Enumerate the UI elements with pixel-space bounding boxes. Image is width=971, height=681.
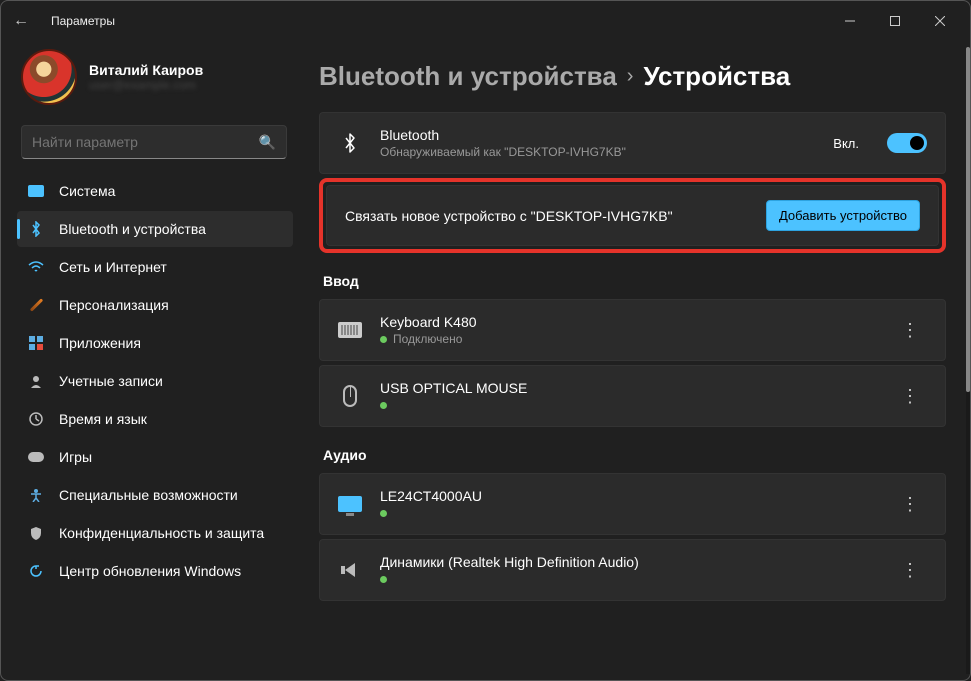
privacy-icon [27, 524, 45, 542]
breadcrumb: Bluetooth и устройства › Устройства [319, 61, 946, 92]
system-icon [27, 182, 45, 200]
mouse-icon [338, 385, 362, 407]
device-name: Динамики (Realtek High Definition Audio) [380, 554, 877, 570]
sidebar-item-label: Центр обновления Windows [59, 563, 241, 579]
device-card[interactable]: Keyboard K480 Подключено ⋮ [319, 299, 946, 361]
maximize-button[interactable] [872, 6, 917, 36]
sidebar-item-personalize[interactable]: Персонализация [17, 287, 293, 323]
search-input[interactable] [32, 134, 259, 150]
sidebar-item-games[interactable]: Игры [17, 439, 293, 475]
sidebar-item-label: Персонализация [59, 297, 169, 313]
bluetooth-card: Bluetooth Обнаруживаемый как "DESKTOP-IV… [319, 112, 946, 174]
sidebar-item-label: Специальные возможности [59, 487, 238, 503]
back-button[interactable]: ← [9, 12, 33, 30]
chevron-right-icon: › [627, 65, 634, 88]
page-title: Устройства [643, 61, 790, 92]
monitor-icon [338, 496, 362, 512]
sidebar-item-network[interactable]: Сеть и Интернет [17, 249, 293, 285]
bluetooth-icon [27, 220, 45, 238]
device-name: USB OPTICAL MOUSE [380, 380, 877, 396]
more-button[interactable]: ⋮ [895, 490, 927, 519]
search-box[interactable]: 🔍 [21, 125, 287, 159]
device-status [380, 398, 877, 412]
sidebar: Виталий Каиров user@example.com 🔍 Систем… [1, 41, 301, 680]
minimize-button[interactable] [827, 6, 872, 36]
sidebar-item-accounts[interactable]: Учетные записи [17, 363, 293, 399]
sidebar-item-update[interactable]: Центр обновления Windows [17, 553, 293, 589]
device-name: LE24CT4000AU [380, 488, 877, 504]
pair-highlight: Связать новое устройство с "DESKTOP-IVHG… [319, 178, 946, 253]
pair-card: Связать новое устройство с "DESKTOP-IVHG… [326, 185, 939, 246]
main: Bluetooth и устройства › Устройства Blue… [301, 41, 970, 680]
network-icon [27, 258, 45, 276]
personalize-icon [27, 296, 45, 314]
bluetooth-icon [338, 132, 362, 154]
sidebar-item-label: Bluetooth и устройства [59, 221, 206, 237]
sidebar-item-label: Сеть и Интернет [59, 259, 167, 275]
sidebar-item-privacy[interactable]: Конфиденциальность и защита [17, 515, 293, 551]
audio-heading: Аудио [323, 447, 946, 463]
pair-text: Связать новое устройство с "DESKTOP-IVHG… [345, 208, 748, 224]
device-name: Keyboard K480 [380, 314, 877, 330]
sidebar-item-bluetooth[interactable]: Bluetooth и устройства [17, 211, 293, 247]
profile[interactable]: Виталий Каиров user@example.com [17, 41, 293, 121]
sidebar-item-label: Приложения [59, 335, 141, 351]
profile-email: user@example.com [89, 78, 203, 92]
bluetooth-title: Bluetooth [380, 127, 815, 143]
sidebar-item-accessibility[interactable]: Специальные возможности [17, 477, 293, 513]
more-button[interactable]: ⋮ [895, 382, 927, 411]
breadcrumb-parent[interactable]: Bluetooth и устройства [319, 61, 617, 92]
device-status [380, 506, 877, 520]
search-icon: 🔍 [259, 134, 276, 151]
scrollbar[interactable] [966, 47, 970, 674]
add-device-button[interactable]: Добавить устройство [766, 200, 920, 231]
device-card[interactable]: Динамики (Realtek High Definition Audio)… [319, 539, 946, 601]
close-button[interactable] [917, 6, 962, 36]
apps-icon [27, 334, 45, 352]
bluetooth-state-label: Вкл. [833, 136, 859, 151]
sidebar-item-time[interactable]: Время и язык [17, 401, 293, 437]
profile-name: Виталий Каиров [89, 62, 203, 78]
more-button[interactable]: ⋮ [895, 316, 927, 345]
time-icon [27, 410, 45, 428]
bluetooth-subtitle: Обнаруживаемый как "DESKTOP-IVHG7KB" [380, 145, 815, 159]
keyboard-icon [338, 322, 362, 338]
sidebar-item-system[interactable]: Система [17, 173, 293, 209]
accounts-icon [27, 372, 45, 390]
nav: Система Bluetooth и устройства Сеть и Инте… [17, 173, 293, 589]
sidebar-item-label: Игры [59, 449, 92, 465]
update-icon [27, 562, 45, 580]
scrollbar-thumb[interactable] [966, 47, 970, 392]
sidebar-item-apps[interactable]: Приложения [17, 325, 293, 361]
more-button[interactable]: ⋮ [895, 556, 927, 585]
device-status: Подключено [380, 332, 877, 346]
bluetooth-toggle[interactable] [887, 133, 927, 153]
accessibility-icon [27, 486, 45, 504]
input-heading: Ввод [323, 273, 946, 289]
titlebar: ← Параметры [1, 1, 970, 41]
window-title: Параметры [51, 14, 115, 28]
sidebar-item-label: Учетные записи [59, 373, 163, 389]
games-icon [27, 448, 45, 466]
speaker-icon [338, 563, 362, 577]
sidebar-item-label: Система [59, 183, 115, 199]
avatar [21, 49, 77, 105]
device-status [380, 572, 877, 586]
sidebar-item-label: Время и язык [59, 411, 147, 427]
device-card[interactable]: LE24CT4000AU ⋮ [319, 473, 946, 535]
device-card[interactable]: USB OPTICAL MOUSE ⋮ [319, 365, 946, 427]
sidebar-item-label: Конфиденциальность и защита [59, 525, 264, 541]
